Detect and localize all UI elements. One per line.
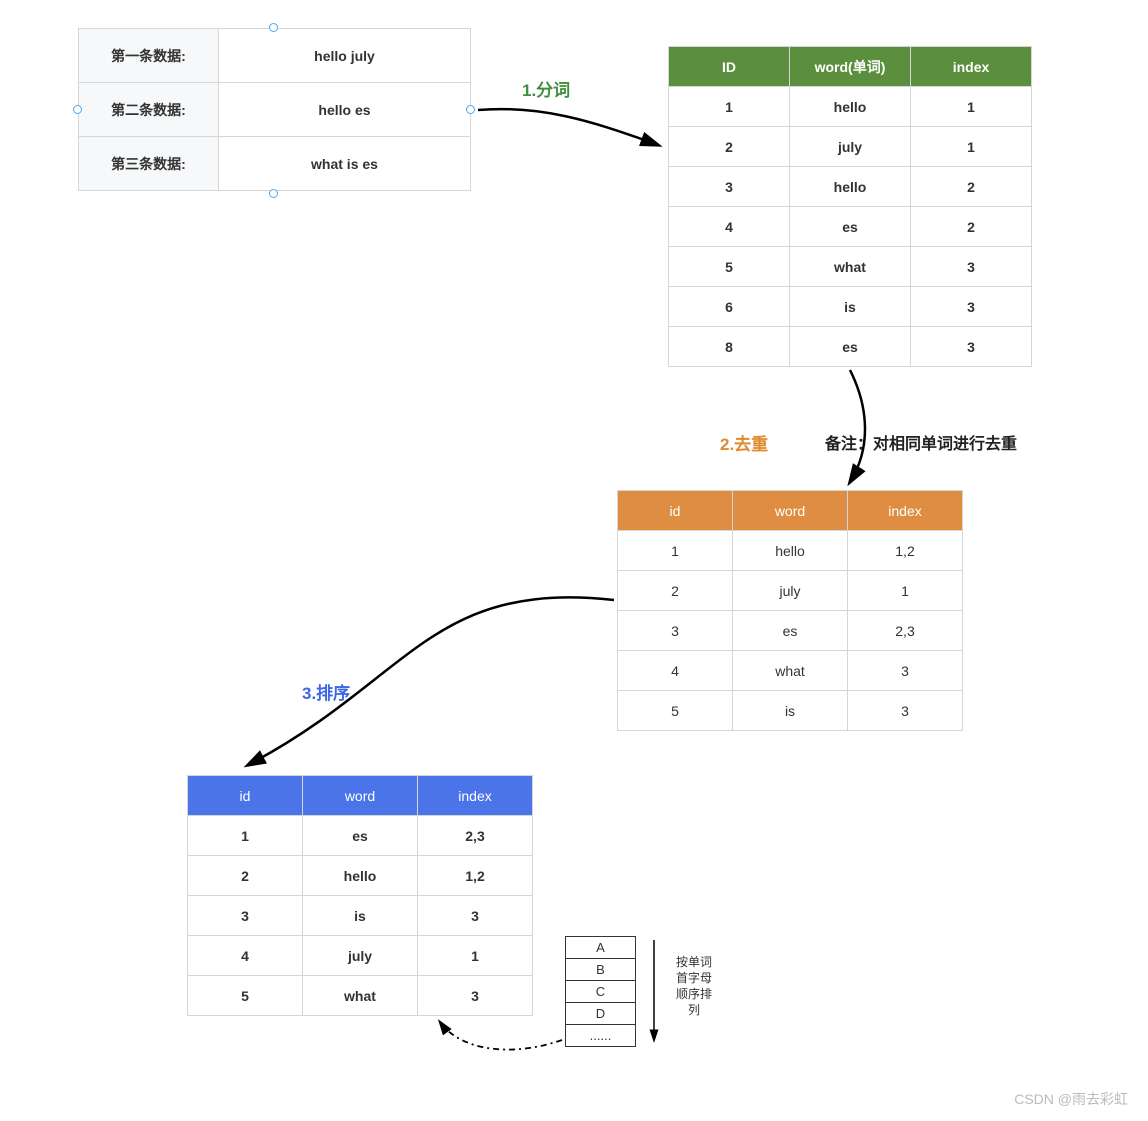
table-row: 3hello2 <box>669 167 1032 207</box>
col-header: word(单词) <box>790 47 911 87</box>
selection-handle-icon[interactable] <box>269 23 278 32</box>
step1-label: 1.分词 <box>522 76 570 101</box>
source-value: hello es <box>219 83 471 137</box>
col-header: id <box>618 491 733 531</box>
col-header: word <box>733 491 848 531</box>
source-label: 第一条数据: <box>79 29 219 83</box>
table-row: 4july1 <box>188 936 533 976</box>
dedup-note: 备注：对相同单词进行去重 <box>825 430 1017 454</box>
arrow-step1-icon <box>478 109 658 145</box>
arrow-step2-icon <box>850 370 865 482</box>
table-row: 2july1 <box>618 571 963 611</box>
col-header: index <box>911 47 1032 87</box>
col-header: id <box>188 776 303 816</box>
table-row: 5what3 <box>669 247 1032 287</box>
table-row: 1hello1,2 <box>618 531 963 571</box>
watermark: CSDN @雨去彩虹 <box>1014 1089 1128 1109</box>
table-row: 4what3 <box>618 651 963 691</box>
table-row: 2july1 <box>669 127 1032 167</box>
sorted-table: id word index 1es2,3 2hello1,2 3is3 4jul… <box>187 775 533 1016</box>
table-row: 3is3 <box>188 896 533 936</box>
table-row: 5is3 <box>618 691 963 731</box>
source-label: 第三条数据: <box>79 137 219 191</box>
table-row: 1es2,3 <box>188 816 533 856</box>
table-row: 第二条数据: hello es <box>79 83 471 137</box>
alphabet-list: A B C D ...... <box>565 936 636 1047</box>
table-row: 3es2,3 <box>618 611 963 651</box>
selection-handle-icon[interactable] <box>466 105 475 114</box>
tokenized-table: ID word(单词) index 1hello1 2july1 3hello2… <box>668 46 1032 367</box>
alpha-caption: 按单词 首字母 顺序排 列 <box>670 954 718 1018</box>
table-row: 5what3 <box>188 976 533 1016</box>
selection-handle-icon[interactable] <box>269 189 278 198</box>
dedup-table: id word index 1hello1,2 2july1 3es2,3 4w… <box>617 490 963 731</box>
step3-label: 3.排序 <box>302 679 350 704</box>
table-row: 6is3 <box>669 287 1032 327</box>
table-row: 1hello1 <box>669 87 1032 127</box>
table-row: 第一条数据: hello july <box>79 29 471 83</box>
arrow-alpha-icon <box>440 1022 562 1050</box>
col-header: word <box>303 776 418 816</box>
table-row: 4es2 <box>669 207 1032 247</box>
selection-handle-icon[interactable] <box>73 105 82 114</box>
step2-label: 2.去重 <box>720 430 768 455</box>
table-row: 2hello1,2 <box>188 856 533 896</box>
source-label: 第二条数据: <box>79 83 219 137</box>
source-value: what is es <box>219 137 471 191</box>
table-row: 8es3 <box>669 327 1032 367</box>
col-header: ID <box>669 47 790 87</box>
col-header: index <box>848 491 963 531</box>
source-data-table: 第一条数据: hello july 第二条数据: hello es 第三条数据:… <box>78 28 471 191</box>
col-header: index <box>418 776 533 816</box>
source-value: hello july <box>219 29 471 83</box>
table-row: 第三条数据: what is es <box>79 137 471 191</box>
